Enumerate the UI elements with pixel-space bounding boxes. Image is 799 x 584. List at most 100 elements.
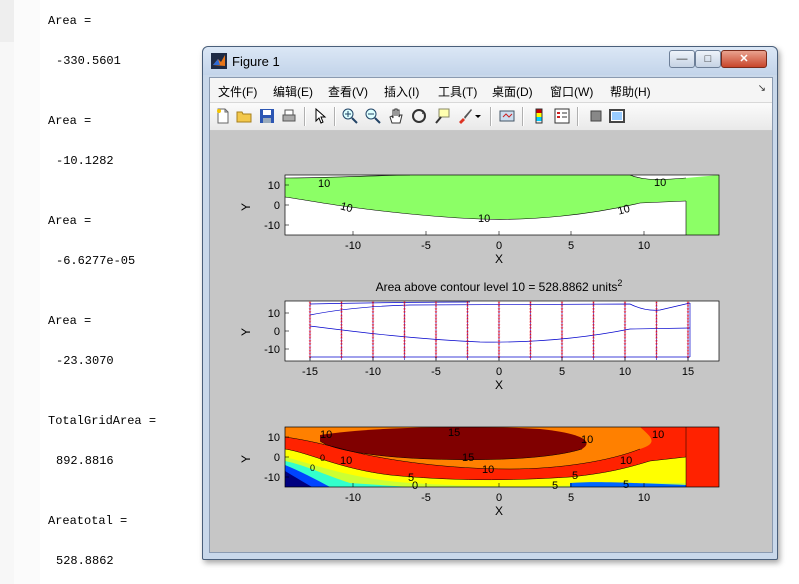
top-contour-label: 10 bbox=[478, 213, 490, 225]
menu-tools[interactable]: 工具(T) bbox=[438, 83, 477, 100]
bottom-xlabel: X bbox=[495, 504, 503, 518]
bottom-ytick: -10 bbox=[264, 472, 280, 484]
menu-bar: 文件(F) 编辑(E) 查看(V) 插入(I) 工具(T) 桌面(D) 窗口(W… bbox=[210, 78, 772, 103]
brush-icon[interactable] bbox=[456, 107, 474, 125]
pan-hand-icon[interactable] bbox=[387, 107, 405, 125]
matlab-logo-icon bbox=[211, 53, 227, 69]
hide-plot-tools-icon[interactable] bbox=[587, 107, 605, 125]
minimize-button[interactable]: — bbox=[669, 50, 695, 68]
grid-marker-column: ****************** bbox=[403, 301, 406, 362]
output-label: Area = bbox=[48, 14, 92, 28]
brush-dropdown-icon[interactable] bbox=[474, 107, 482, 125]
output-value: -10.1282 bbox=[56, 154, 114, 168]
middle-xtick: 15 bbox=[682, 366, 694, 378]
grid-marker: * bbox=[403, 355, 406, 362]
open-folder-icon[interactable] bbox=[235, 107, 253, 125]
output-label: TotalGridArea = bbox=[48, 414, 157, 428]
figure-window[interactable]: Figure 1 — □ ✕ 文件(F) 编辑(E) 查看(V) 插入(I) 工… bbox=[202, 46, 778, 560]
middle-xtick: -15 bbox=[302, 366, 318, 378]
grid-marker: * bbox=[466, 355, 469, 362]
maximize-button[interactable]: □ bbox=[695, 50, 721, 68]
zoom-in-icon[interactable] bbox=[341, 107, 359, 125]
bottom-xtick: -5 bbox=[421, 492, 431, 504]
top-xtick: -10 bbox=[345, 240, 361, 252]
print-icon[interactable] bbox=[280, 107, 298, 125]
bottom-ytick: 10 bbox=[268, 432, 280, 444]
output-value: 528.8862 bbox=[56, 554, 114, 568]
bottom-xtick: 10 bbox=[638, 492, 650, 504]
bottom-contour-label: 10 bbox=[581, 434, 593, 446]
middle-ylabel: Y bbox=[239, 328, 253, 336]
middle-xlabel: X bbox=[495, 378, 503, 392]
output-value: 892.8816 bbox=[56, 454, 114, 468]
bottom-contour-label: 10 bbox=[620, 455, 632, 467]
bottom-contour-label: 10 bbox=[340, 455, 352, 467]
grid-marker: * bbox=[655, 355, 658, 362]
top-ytick: 10 bbox=[268, 180, 280, 192]
output-label: Area = bbox=[48, 214, 92, 228]
top-ytick: -10 bbox=[264, 220, 280, 232]
bottom-xtick: 0 bbox=[496, 492, 502, 504]
bottom-contour-label: 5 bbox=[552, 480, 558, 492]
bottom-filled-contour-plot: 15 10 15 10 10 10 5 5 5 5 0 0 0 10 10 -1… bbox=[239, 426, 720, 518]
bottom-xtick: -10 bbox=[345, 492, 361, 504]
grid-marker-column: ****************** bbox=[340, 301, 343, 362]
rotate-3d-icon[interactable] bbox=[410, 107, 428, 125]
middle-ytick: 0 bbox=[274, 326, 280, 338]
middle-xtick: 5 bbox=[559, 366, 565, 378]
middle-xtick: -10 bbox=[365, 366, 381, 378]
bottom-contour-label: 0 bbox=[310, 463, 315, 473]
menu-view[interactable]: 查看(V) bbox=[328, 83, 368, 100]
menu-desktop[interactable]: 桌面(D) bbox=[492, 83, 533, 100]
output-value: -6.6277e-05 bbox=[56, 254, 136, 268]
menu-help[interactable]: 帮助(H) bbox=[610, 83, 651, 100]
figure-titlebar[interactable]: Figure 1 — □ ✕ bbox=[203, 47, 777, 75]
top-xtick: -5 bbox=[421, 240, 431, 252]
close-button[interactable]: ✕ bbox=[721, 50, 767, 68]
top-xtick: 10 bbox=[638, 240, 650, 252]
grid-marker-column: ****************** bbox=[435, 301, 438, 362]
figure-toolbar bbox=[210, 103, 772, 131]
save-icon[interactable] bbox=[258, 107, 276, 125]
pointer-icon[interactable] bbox=[311, 107, 329, 125]
output-value: -330.5601 bbox=[56, 54, 121, 68]
bottom-contour-label: 0 bbox=[320, 453, 325, 463]
colorbar-icon[interactable] bbox=[530, 107, 548, 125]
window-title: Figure 1 bbox=[232, 54, 280, 69]
middle-xtick: 10 bbox=[619, 366, 631, 378]
bottom-contour-label: 5 bbox=[572, 470, 578, 482]
link-plot-icon[interactable] bbox=[498, 107, 516, 125]
new-file-icon[interactable] bbox=[214, 107, 232, 125]
top-xtick: 0 bbox=[496, 240, 502, 252]
grid-marker-column: ****************** bbox=[592, 301, 595, 362]
command-window-gutter bbox=[0, 0, 15, 584]
output-value: -23.3070 bbox=[56, 354, 114, 368]
grid-marker-column: ****************** bbox=[372, 301, 375, 362]
grid-marker-column: ****************** bbox=[561, 301, 564, 362]
grid-marker: * bbox=[529, 355, 532, 362]
menu-window[interactable]: 窗口(W) bbox=[550, 83, 593, 100]
middle-grid-plot: Area above contour level 10 = 528.8862 u… bbox=[239, 278, 720, 392]
top-contour-label: 10 bbox=[318, 178, 330, 190]
output-label: Area = bbox=[48, 114, 92, 128]
menu-dock-arrow-icon[interactable]: ↘ bbox=[758, 83, 766, 94]
top-xlabel: X bbox=[495, 252, 503, 266]
menu-edit[interactable]: 编辑(E) bbox=[273, 83, 313, 100]
top-contour-plot: 10 10 10 10 10 -10 -5 0 5 10 10 0 -10 X … bbox=[239, 174, 720, 266]
middle-ytick: 10 bbox=[268, 308, 280, 320]
grid-marker-column: ****************** bbox=[498, 301, 501, 362]
legend-icon[interactable] bbox=[553, 107, 571, 125]
menu-insert[interactable]: 插入(I) bbox=[384, 83, 419, 100]
bottom-ytick: 0 bbox=[274, 452, 280, 464]
grid-marker-column: ****************** bbox=[466, 301, 469, 362]
top-xtick: 5 bbox=[568, 240, 574, 252]
grid-marker: * bbox=[340, 355, 343, 362]
data-cursor-icon[interactable] bbox=[433, 107, 451, 125]
bottom-contour-label: 10 bbox=[482, 464, 494, 476]
show-plot-tools-icon[interactable] bbox=[608, 107, 626, 125]
plot-canvas[interactable]: 10 10 10 10 10 -10 -5 0 5 10 10 0 -10 X … bbox=[210, 131, 772, 552]
bottom-contour-label: 15 bbox=[448, 427, 460, 439]
zoom-out-icon[interactable] bbox=[364, 107, 382, 125]
menu-file[interactable]: 文件(F) bbox=[218, 83, 257, 100]
bottom-ylabel: Y bbox=[239, 455, 253, 463]
